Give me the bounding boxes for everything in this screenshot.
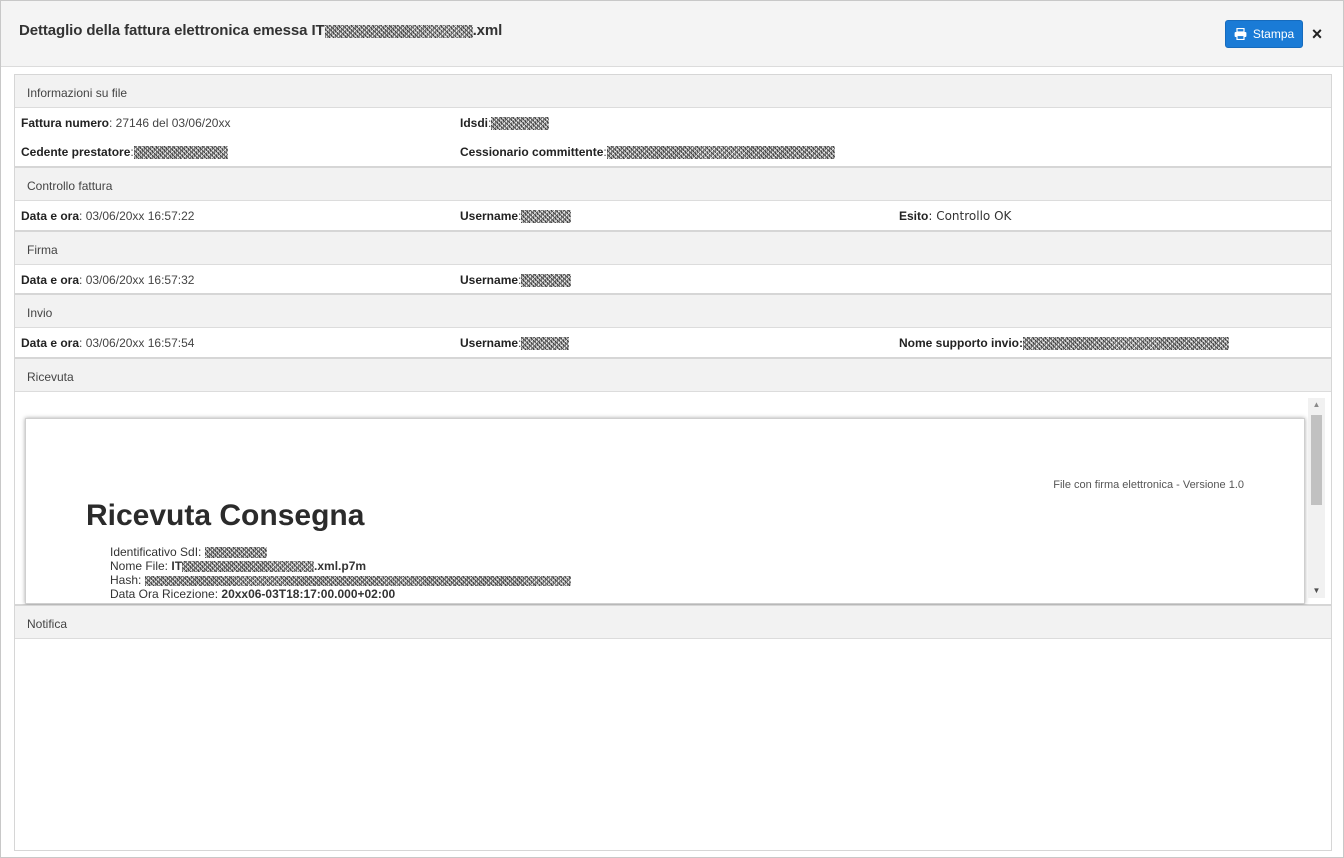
invoice-number-label: Fattura numero xyxy=(21,116,110,130)
signature-heading: Firma xyxy=(15,232,1331,265)
check-datetime-label: Data e ora xyxy=(21,209,80,223)
check-username: Username: xyxy=(460,209,572,224)
modal-title-prefix: Dettaglio della fattura elettronica emes… xyxy=(19,22,325,39)
sending-channel: Nome supporto invio: xyxy=(899,336,1229,351)
signature-panel: Firma Data e ora: 03/06/20xx 16:57:32 Us… xyxy=(14,231,1332,294)
redacted-username xyxy=(521,337,570,351)
customer: Cessionario committente: xyxy=(460,145,835,160)
redacted-supplier xyxy=(133,146,228,160)
close-icon[interactable]: × xyxy=(1309,25,1325,43)
signature-username: Username: xyxy=(460,273,572,288)
invoice-number-value: : 27146 del 03/06/20xx xyxy=(109,116,231,130)
redacted-username xyxy=(521,274,572,288)
file-info-panel: Informazioni su file Fattura numero: 271… xyxy=(14,74,1332,167)
receipt-filename-suffix: .xml.p7m xyxy=(314,559,367,573)
check-outcome: Esito: Controllo OK xyxy=(899,209,1011,223)
check-heading: Controllo fattura xyxy=(15,168,1331,201)
receipt-title: Ricevuta Consegna xyxy=(86,499,365,532)
redacted-filename xyxy=(324,24,473,38)
redacted-sdi xyxy=(204,547,267,559)
redacted-channel xyxy=(1023,337,1229,351)
sending-datetime: Data e ora: 03/06/20xx 16:57:54 xyxy=(21,336,194,350)
sending-username-label: Username xyxy=(460,336,519,350)
modal-header: Dettaglio della fattura elettronica emes… xyxy=(1,1,1343,67)
redacted-customer xyxy=(606,146,835,160)
receipt-filename-label: Nome File: xyxy=(110,559,172,573)
scroll-down-icon[interactable]: ▼ xyxy=(1308,584,1325,598)
signature-datetime-value: : 03/06/20xx 16:57:32 xyxy=(79,273,195,287)
sending-username: Username: xyxy=(460,336,570,351)
supplier-label: Cedente prestatore xyxy=(21,145,131,159)
notification-heading: Notifica xyxy=(15,606,1331,639)
idsdi: Idsdi: xyxy=(460,116,550,131)
receipt-scrollbar[interactable]: ▲ ▼ xyxy=(1308,398,1325,598)
redacted-hash xyxy=(144,575,571,586)
receipt-filename-line: Nome File: IT .xml.p7m xyxy=(110,559,366,573)
check-outcome-label: Esito xyxy=(899,209,929,223)
modal-title: Dettaglio della fattura elettronica emes… xyxy=(19,22,502,39)
receipt-received-line: Data Ora Ricezione: 20xx06-03T18:17:00.0… xyxy=(110,587,395,601)
redacted-username xyxy=(521,210,572,224)
customer-label: Cessionario committente xyxy=(460,145,604,159)
check-row: Data e ora: 03/06/20xx 16:57:22 Username… xyxy=(15,201,1331,230)
notification-panel: Notifica xyxy=(14,605,1332,851)
check-datetime: Data e ora: 03/06/20xx 16:57:22 xyxy=(21,209,194,223)
print-button-label: Stampa xyxy=(1252,27,1295,41)
sending-heading: Invio xyxy=(15,295,1331,328)
file-info-row-2: Cedente prestatore: Cessionario committe… xyxy=(15,137,1331,166)
supplier: Cedente prestatore: xyxy=(21,145,228,160)
receipt-received-label: Data Ora Ricezione: xyxy=(110,587,222,601)
receipt-hash-label: Hash: xyxy=(110,573,145,587)
scroll-thumb[interactable] xyxy=(1311,415,1322,505)
check-username-label: Username xyxy=(460,209,519,223)
receipt-hash-line: Hash: xyxy=(110,573,571,587)
idsdi-label: Idsdi xyxy=(460,116,489,130)
receipt-version: File con firma elettronica - Versione 1.… xyxy=(1053,479,1244,491)
sending-datetime-label: Data e ora xyxy=(21,336,80,350)
receipt-document-frame[interactable]: File con firma elettronica - Versione 1.… xyxy=(25,418,1305,604)
sending-channel-label: Nome supporto invio: xyxy=(899,336,1023,350)
signature-datetime: Data e ora: 03/06/20xx 16:57:32 xyxy=(21,273,194,287)
check-panel: Controllo fattura Data e ora: 03/06/20xx… xyxy=(14,167,1332,231)
check-datetime-value: : 03/06/20xx 16:57:22 xyxy=(79,209,195,223)
signature-row: Data e ora: 03/06/20xx 16:57:32 Username… xyxy=(15,265,1331,294)
receipt-heading: Ricevuta xyxy=(15,359,1331,392)
invoice-detail-modal: Dettaglio della fattura elettronica emes… xyxy=(0,0,1344,858)
sending-panel: Invio Data e ora: 03/06/20xx 16:57:54 Us… xyxy=(14,294,1332,358)
receipt-sdi-label: Identificativo SdI: xyxy=(110,545,205,559)
receipt-sdi-line: Identificativo SdI: xyxy=(110,545,267,559)
redacted-idsdi xyxy=(491,117,550,131)
receipt-received-value: 20xx06-03T18:17:00.000+02:00 xyxy=(221,587,396,601)
signature-username-label: Username xyxy=(460,273,519,287)
printer-icon xyxy=(1234,28,1247,40)
file-info-row-1: Fattura numero: 27146 del 03/06/20xx Ids… xyxy=(15,108,1331,137)
scroll-up-icon[interactable]: ▲ xyxy=(1308,398,1325,412)
check-outcome-value: : Controllo OK xyxy=(928,209,1012,223)
redacted-filename xyxy=(182,561,315,573)
sending-datetime-value: : 03/06/20xx 16:57:54 xyxy=(79,336,195,350)
modal-title-suffix: .xml xyxy=(472,22,503,39)
print-button[interactable]: Stampa xyxy=(1225,20,1303,48)
invoice-number: Fattura numero: 27146 del 03/06/20xx xyxy=(21,116,230,130)
receipt-filename-prefix: IT xyxy=(171,559,183,573)
signature-datetime-label: Data e ora xyxy=(21,273,80,287)
file-info-heading: Informazioni su file xyxy=(15,75,1331,108)
sending-row: Data e ora: 03/06/20xx 16:57:54 Username… xyxy=(15,328,1331,357)
